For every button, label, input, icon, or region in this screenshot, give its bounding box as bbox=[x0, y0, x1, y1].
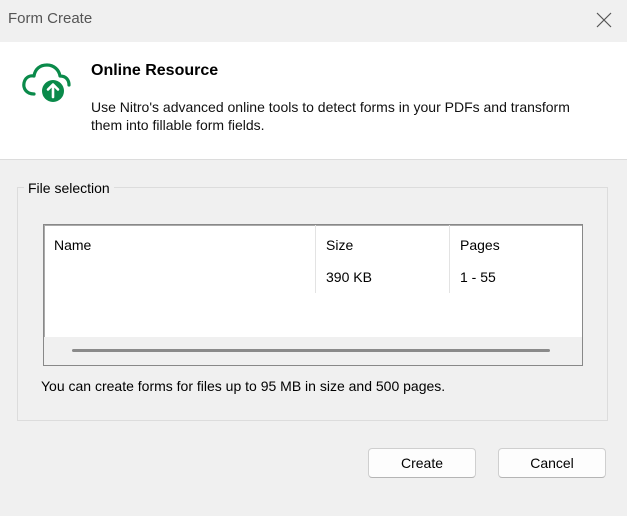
header-title: Online Resource bbox=[91, 62, 219, 79]
close-button[interactable] bbox=[581, 0, 627, 40]
dialog-header: Online Resource Use Nitro's advanced onl… bbox=[0, 42, 627, 160]
cancel-button[interactable]: Cancel bbox=[498, 448, 606, 478]
scrollbar-thumb[interactable] bbox=[72, 349, 550, 352]
close-icon bbox=[596, 12, 612, 28]
file-list-header: Name Size Pages bbox=[44, 225, 582, 265]
form-create-dialog: Form Create Online Resource Use Nitro's … bbox=[0, 0, 627, 516]
horizontal-scrollbar[interactable] bbox=[44, 337, 582, 365]
cloud-upload-icon bbox=[22, 63, 71, 102]
table-row[interactable]: 390 KB 1 - 55 bbox=[44, 265, 582, 293]
title-bar: Form Create bbox=[0, 0, 627, 40]
size-limit-info: You can create forms for files up to 95 … bbox=[41, 378, 446, 394]
create-button[interactable]: Create bbox=[368, 448, 476, 478]
file-list[interactable]: Name Size Pages 390 KB 1 - 55 bbox=[43, 224, 583, 366]
file-size-cell: 390 KB bbox=[315, 265, 372, 293]
window-title: Form Create bbox=[8, 10, 93, 27]
column-header-size[interactable]: Size bbox=[315, 225, 353, 265]
column-header-pages[interactable]: Pages bbox=[449, 225, 500, 265]
file-pages-cell: 1 - 55 bbox=[449, 265, 496, 293]
column-header-name[interactable]: Name bbox=[54, 225, 91, 265]
header-description: Use Nitro's advanced online tools to det… bbox=[91, 99, 570, 133]
file-selection-label: File selection bbox=[24, 180, 114, 196]
